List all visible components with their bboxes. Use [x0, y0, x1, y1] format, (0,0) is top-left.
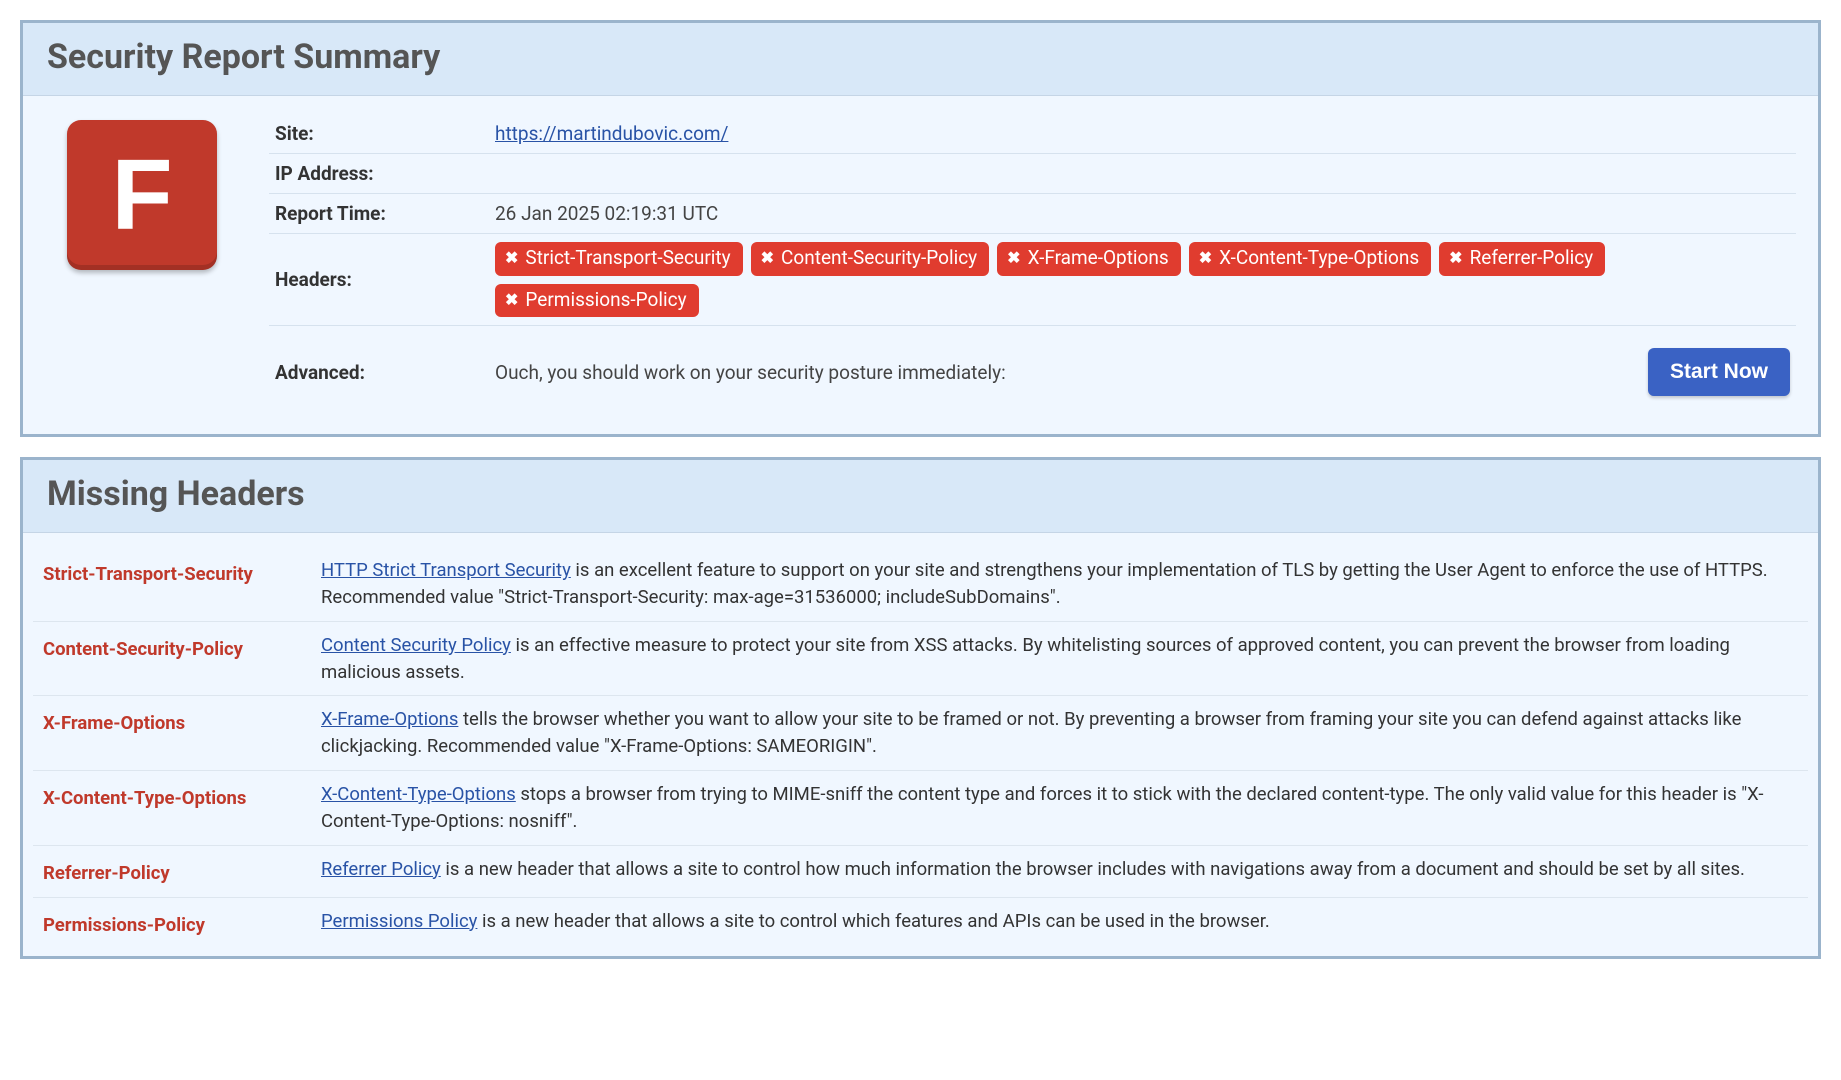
value-advanced: Ouch, you should work on your security p…: [489, 326, 1796, 409]
missing-header-link[interactable]: X-Content-Type-Options: [321, 783, 516, 805]
grade-badge: F: [67, 120, 217, 270]
label-site: Site:: [269, 114, 489, 154]
missing-header-row: X-Frame-OptionsX-Frame-Options tells the…: [33, 696, 1808, 771]
missing-header-description: X-Content-Type-Options stops a browser f…: [313, 771, 1808, 846]
label-advanced: Advanced:: [269, 326, 489, 409]
header-pill-label: X-Frame-Options: [1028, 245, 1169, 272]
missing-header-description: Referrer Policy is a new header that all…: [313, 845, 1808, 897]
missing-header-link[interactable]: Content Security Policy: [321, 634, 511, 656]
missing-header-name: Permissions-Policy: [33, 897, 313, 948]
header-pill[interactable]: ✖ Strict-Transport-Security: [495, 242, 743, 276]
missing-header-name: Referrer-Policy: [33, 845, 313, 897]
x-icon: ✖: [1007, 247, 1020, 269]
missing-header-row: Strict-Transport-SecurityHTTP Strict Tra…: [33, 547, 1808, 621]
grade-wrap: F: [45, 114, 239, 408]
missing-header-name: X-Frame-Options: [33, 696, 313, 771]
label-report-time: Report Time:: [269, 194, 489, 234]
missing-headers-panel: Missing Headers Strict-Transport-Securit…: [20, 457, 1821, 959]
missing-header-description: Content Security Policy is an effective …: [313, 621, 1808, 696]
missing-header-text: is a new header that allows a site to co…: [477, 910, 1269, 932]
row-site: Site: https://martindubovic.com/: [269, 114, 1796, 154]
missing-header-description: X-Frame-Options tells the browser whethe…: [313, 696, 1808, 771]
x-icon: ✖: [505, 289, 518, 311]
summary-panel-body: F Site: https://martindubovic.com/ IP Ad…: [23, 96, 1818, 434]
x-icon: ✖: [505, 247, 518, 269]
summary-table: Site: https://martindubovic.com/ IP Addr…: [269, 114, 1796, 408]
x-icon: ✖: [1199, 247, 1212, 269]
header-pill[interactable]: ✖ Referrer-Policy: [1439, 242, 1605, 276]
header-pill[interactable]: ✖ Content-Security-Policy: [751, 242, 990, 276]
label-ip: IP Address:: [269, 154, 489, 194]
header-pill-label: Strict-Transport-Security: [525, 245, 730, 272]
summary-title: Security Report Summary: [47, 37, 1794, 77]
header-pill[interactable]: ✖ Permissions-Policy: [495, 284, 699, 318]
missing-header-link[interactable]: Permissions Policy: [321, 910, 477, 932]
missing-header-text: is a new header that allows a site to co…: [441, 858, 1745, 880]
row-report-time: Report Time: 26 Jan 2025 02:19:31 UTC: [269, 194, 1796, 234]
missing-header-row: Permissions-PolicyPermissions Policy is …: [33, 897, 1808, 948]
missing-header-name: Content-Security-Policy: [33, 621, 313, 696]
missing-header-link[interactable]: Referrer Policy: [321, 858, 441, 880]
row-advanced: Advanced: Ouch, you should work on your …: [269, 326, 1796, 409]
missing-header-link[interactable]: X-Frame-Options: [321, 708, 458, 730]
missing-header-description: Permissions Policy is a new header that …: [313, 897, 1808, 948]
missing-header-row: Content-Security-PolicyContent Security …: [33, 621, 1808, 696]
value-headers: ✖ Strict-Transport-Security ✖ Content-Secur…: [489, 234, 1796, 326]
security-report-summary-panel: Security Report Summary F Site: https://…: [20, 20, 1821, 437]
x-icon: ✖: [1449, 247, 1462, 269]
start-now-button[interactable]: Start Now: [1648, 348, 1790, 396]
value-ip: [489, 154, 1796, 194]
missing-header-row: X-Content-Type-OptionsX-Content-Type-Opt…: [33, 771, 1808, 846]
missing-title: Missing Headers: [47, 474, 1794, 514]
header-pills: ✖ Strict-Transport-Security ✖ Content-Secur…: [495, 242, 1790, 317]
missing-header-name: X-Content-Type-Options: [33, 771, 313, 846]
missing-header-name: Strict-Transport-Security: [33, 547, 313, 621]
header-pill-label: Content-Security-Policy: [781, 245, 977, 272]
missing-header-text: is an effective measure to protect your …: [321, 634, 1730, 683]
site-link[interactable]: https://martindubovic.com/: [495, 122, 728, 145]
row-ip: IP Address:: [269, 154, 1796, 194]
grade-letter: F: [111, 145, 172, 245]
header-pill[interactable]: ✖ X-Content-Type-Options: [1189, 242, 1431, 276]
missing-panel-body: Strict-Transport-SecurityHTTP Strict Tra…: [23, 533, 1818, 956]
header-pill-label: X-Content-Type-Options: [1219, 245, 1419, 272]
missing-header-text: stops a browser from trying to MIME-snif…: [321, 783, 1763, 832]
header-pill-label: Referrer-Policy: [1470, 245, 1594, 272]
missing-header-text: tells the browser whether you want to al…: [321, 708, 1741, 757]
missing-headers-table: Strict-Transport-SecurityHTTP Strict Tra…: [33, 547, 1808, 948]
row-headers: Headers: ✖ Strict-Transport-Security ✖ Cont…: [269, 234, 1796, 326]
value-report-time: 26 Jan 2025 02:19:31 UTC: [489, 194, 1796, 234]
missing-header-link[interactable]: HTTP Strict Transport Security: [321, 559, 571, 581]
value-site: https://martindubovic.com/: [489, 114, 1796, 154]
missing-panel-header: Missing Headers: [23, 460, 1818, 533]
header-pill[interactable]: ✖ X-Frame-Options: [997, 242, 1181, 276]
header-pill-label: Permissions-Policy: [525, 287, 686, 314]
missing-header-row: Referrer-PolicyReferrer Policy is a new …: [33, 845, 1808, 897]
label-headers: Headers:: [269, 234, 489, 326]
x-icon: ✖: [761, 247, 774, 269]
missing-header-description: HTTP Strict Transport Security is an exc…: [313, 547, 1808, 621]
advanced-message: Ouch, you should work on your security p…: [495, 361, 1006, 384]
summary-panel-header: Security Report Summary: [23, 23, 1818, 96]
